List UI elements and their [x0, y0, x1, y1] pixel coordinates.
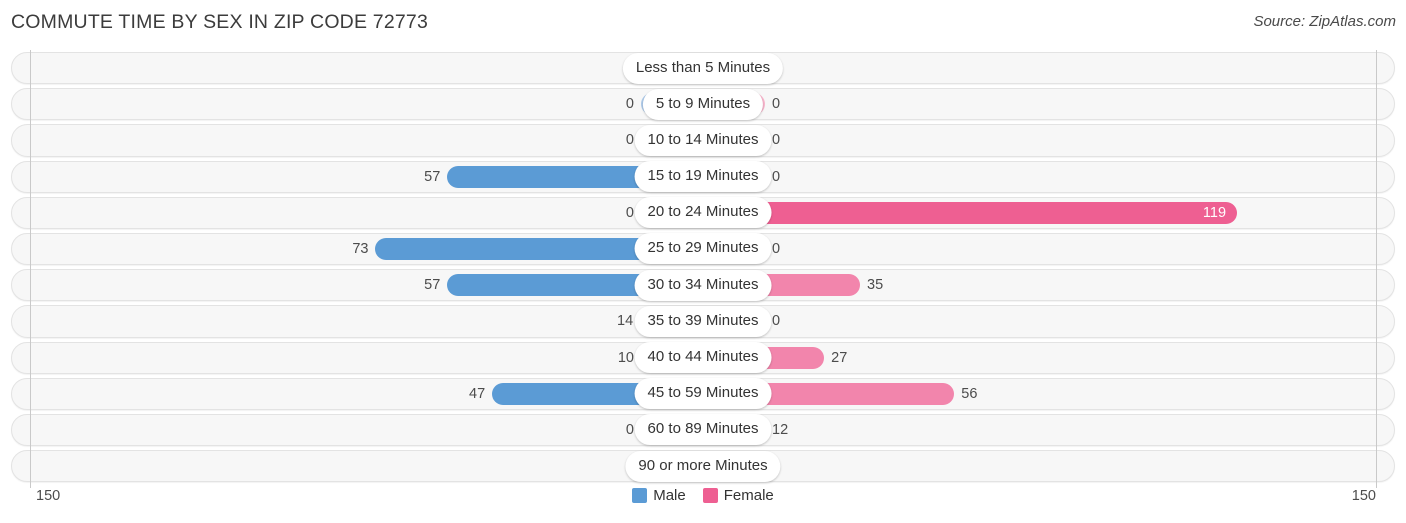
legend-label-male: Male [653, 487, 686, 504]
category-label-pill[interactable]: 20 to 24 Minutes [634, 197, 772, 229]
male-value-label: 57 [424, 277, 441, 294]
source-attribution: Source: ZipAtlas.com [1253, 13, 1396, 30]
female-value-label: 56 [961, 385, 978, 402]
chart-legend: Male Female [0, 487, 1406, 504]
chart-row: 0 119 20 to 24 Minutes [0, 195, 1406, 231]
male-value-label: 0 [625, 421, 634, 438]
category-label-pill[interactable]: Less than 5 Minutes [622, 52, 784, 84]
category-label-pill[interactable]: 60 to 89 Minutes [634, 414, 772, 446]
row-bars: 14 0 35 to 39 Minutes [0, 303, 1406, 339]
female-value-label: 0 [772, 168, 781, 185]
category-label-pill[interactable]: 15 to 19 Minutes [634, 161, 772, 193]
row-bars: 57 0 15 to 19 Minutes [0, 159, 1406, 195]
row-bars: 47 56 45 to 59 Minutes [0, 376, 1406, 412]
female-value-label: 35 [867, 277, 884, 294]
category-label-pill[interactable]: 35 to 39 Minutes [634, 305, 772, 337]
chart-footer: 150 150 Male Female [0, 484, 1406, 523]
male-value-label: 0 [625, 204, 634, 221]
chart-row: 14 0 35 to 39 Minutes [0, 303, 1406, 339]
female-color-swatch-icon [702, 488, 718, 503]
male-color-swatch-icon [632, 488, 648, 503]
male-value-label: 14 [617, 313, 634, 330]
male-value-label: 73 [352, 240, 369, 257]
chart-row: 00Less than 5 Minutes [0, 50, 1406, 86]
chart-row: 57 35 30 to 34 Minutes [0, 267, 1406, 303]
male-value-label: 0 [625, 96, 634, 113]
female-value-label: 119 [1202, 204, 1227, 221]
female-value-label: 0 [772, 96, 781, 113]
row-bars: 0090 or more Minutes [0, 448, 1406, 484]
male-value-label: 47 [469, 385, 486, 402]
row-bars: 0 0 10 to 14 Minutes [0, 122, 1406, 158]
page-title: COMMUTE TIME BY SEX IN ZIP CODE 72773 [11, 11, 429, 33]
chart-header: COMMUTE TIME BY SEX IN ZIP CODE 72773 So… [0, 0, 1406, 46]
row-bars: 73 0 25 to 29 Minutes [0, 231, 1406, 267]
chart-row: 10 27 40 to 44 Minutes [0, 340, 1406, 376]
legend-item-female[interactable]: Female [702, 487, 774, 504]
row-bars: 57 35 30 to 34 Minutes [0, 267, 1406, 303]
chart-row: 0 12 60 to 89 Minutes [0, 412, 1406, 448]
category-label-pill[interactable]: 25 to 29 Minutes [634, 233, 772, 265]
legend-item-male[interactable]: Male [632, 487, 686, 504]
category-label-pill[interactable]: 40 to 44 Minutes [634, 342, 772, 373]
category-label-pill[interactable]: 45 to 59 Minutes [634, 378, 772, 410]
category-label-pill[interactable]: 90 or more Minutes [625, 450, 781, 482]
axis-line-left [30, 50, 31, 488]
chart-row: 0 0 5 to 9 Minutes [0, 86, 1406, 122]
row-bars: 0 0 5 to 9 Minutes [0, 86, 1406, 122]
female-value-label: 0 [772, 313, 781, 330]
row-bars: 10 27 40 to 44 Minutes [0, 340, 1406, 376]
male-value-label: 0 [625, 132, 634, 149]
chart-row: 47 56 45 to 59 Minutes [0, 376, 1406, 412]
chart-plot-area: 00Less than 5 Minutes005 to 9 Minutes001… [0, 50, 1406, 488]
category-label-pill[interactable]: 10 to 14 Minutes [634, 124, 772, 156]
female-value-label: 12 [772, 421, 789, 438]
row-bars: 0 12 60 to 89 Minutes [0, 412, 1406, 448]
male-value-label: 10 [617, 349, 634, 366]
axis-line-right [1376, 50, 1377, 488]
female-bar[interactable] [703, 201, 1237, 224]
chart-row: 0 0 10 to 14 Minutes [0, 122, 1406, 158]
female-value-label: 0 [772, 240, 781, 257]
female-value-label: 27 [831, 349, 848, 366]
chart-row: 0090 or more Minutes [0, 448, 1406, 484]
chart-row: 73 0 25 to 29 Minutes [0, 231, 1406, 267]
row-bars: 00Less than 5 Minutes [0, 50, 1406, 86]
female-value-label: 0 [772, 132, 781, 149]
legend-label-female: Female [723, 487, 774, 504]
category-label-pill[interactable]: 5 to 9 Minutes [642, 88, 764, 120]
category-label-pill[interactable]: 30 to 34 Minutes [634, 269, 772, 301]
row-bars: 0 119 20 to 24 Minutes [0, 195, 1406, 231]
male-value-label: 57 [424, 168, 441, 185]
chart-row: 57 0 15 to 19 Minutes [0, 159, 1406, 195]
